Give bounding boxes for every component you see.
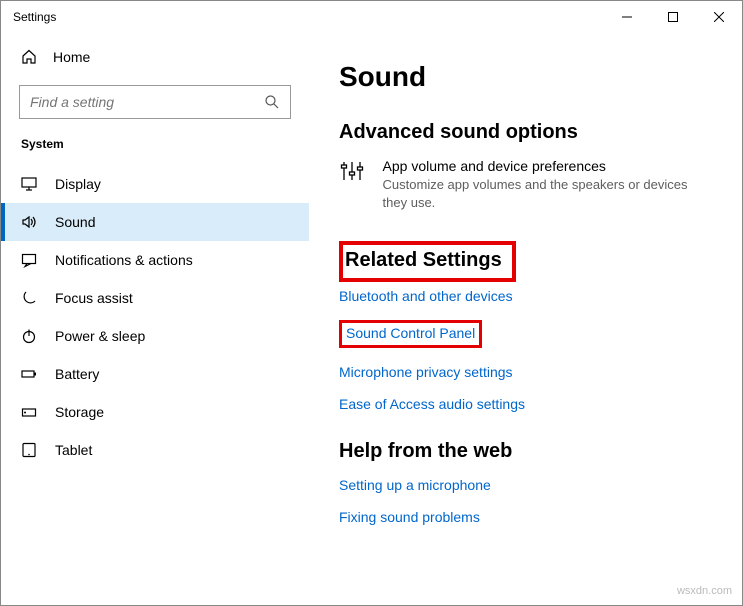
option-text: App volume and device preferences Custom… <box>383 158 712 211</box>
related-section-highlight: Related Settings <box>339 241 516 282</box>
sidebar-item-label: Battery <box>55 366 99 382</box>
display-icon <box>21 176 37 192</box>
battery-icon <box>21 366 37 382</box>
sidebar-item-label: Sound <box>55 214 95 230</box>
power-icon <box>21 328 37 344</box>
sidebar-item-label: Notifications & actions <box>55 252 193 268</box>
related-section-title: Related Settings <box>345 249 502 272</box>
link-sound-control-panel[interactable]: Sound Control Panel <box>346 325 475 341</box>
help-section: Help from the web Setting up a microphon… <box>339 440 712 525</box>
sidebar: Home System Display Sound Notifications … <box>1 33 309 605</box>
watermark: wsxdn.com <box>677 585 732 597</box>
home-link[interactable]: Home <box>1 41 309 73</box>
notifications-icon <box>21 252 37 268</box>
sidebar-item-notifications[interactable]: Notifications & actions <box>1 241 309 279</box>
sidebar-item-label: Focus assist <box>55 290 133 306</box>
storage-icon <box>21 404 37 420</box>
window-title: Settings <box>13 10 56 24</box>
sidebar-item-label: Power & sleep <box>55 328 145 344</box>
focus-assist-icon <box>21 290 37 306</box>
sliders-icon <box>339 158 365 211</box>
titlebar: Settings <box>1 1 742 33</box>
link-microphone-privacy[interactable]: Microphone privacy settings <box>339 364 712 380</box>
close-button[interactable] <box>696 1 742 33</box>
sidebar-item-sound[interactable]: Sound <box>1 203 309 241</box>
help-section-title: Help from the web <box>339 440 712 463</box>
app-volume-option[interactable]: App volume and device preferences Custom… <box>339 158 712 211</box>
sidebar-item-label: Display <box>55 176 101 192</box>
sidebar-item-power-sleep[interactable]: Power & sleep <box>1 317 309 355</box>
link-bluetooth-devices[interactable]: Bluetooth and other devices <box>339 288 712 304</box>
search-icon <box>264 94 280 110</box>
window-controls <box>604 1 742 33</box>
link-setup-microphone[interactable]: Setting up a microphone <box>339 477 712 493</box>
search-box[interactable] <box>19 85 291 119</box>
option-desc: Customize app volumes and the speakers o… <box>383 176 712 211</box>
sidebar-item-label: Storage <box>55 404 104 420</box>
sidebar-item-label: Tablet <box>55 442 92 458</box>
sound-control-highlight: Sound Control Panel <box>339 320 482 348</box>
link-fixing-sound[interactable]: Fixing sound problems <box>339 509 712 525</box>
sidebar-item-display[interactable]: Display <box>1 165 309 203</box>
option-title: App volume and device preferences <box>383 158 712 174</box>
sidebar-item-tablet[interactable]: Tablet <box>1 431 309 469</box>
search-input[interactable] <box>30 94 230 110</box>
sidebar-item-focus-assist[interactable]: Focus assist <box>1 279 309 317</box>
content-area: Home System Display Sound Notifications … <box>1 33 742 605</box>
page-title: Sound <box>339 61 712 93</box>
home-label: Home <box>53 49 90 65</box>
sidebar-item-battery[interactable]: Battery <box>1 355 309 393</box>
advanced-section-title: Advanced sound options <box>339 121 712 144</box>
category-header: System <box>1 137 309 165</box>
related-links: Bluetooth and other devices Sound Contro… <box>339 288 712 412</box>
sidebar-item-storage[interactable]: Storage <box>1 393 309 431</box>
home-icon <box>21 49 37 65</box>
main-panel: Sound Advanced sound options App volume … <box>309 33 742 605</box>
titlebar-left: Settings <box>13 10 56 24</box>
maximize-button[interactable] <box>650 1 696 33</box>
link-ease-of-access-audio[interactable]: Ease of Access audio settings <box>339 396 712 412</box>
minimize-button[interactable] <box>604 1 650 33</box>
tablet-icon <box>21 442 37 458</box>
sound-icon <box>21 214 37 230</box>
